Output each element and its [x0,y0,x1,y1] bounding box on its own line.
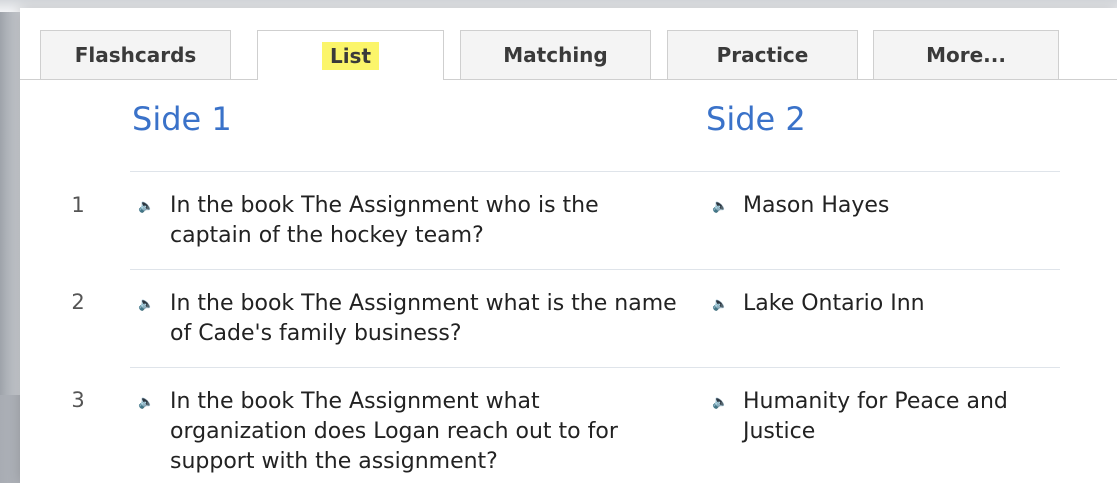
tab-flashcards[interactable]: Flashcards [40,30,231,79]
speaker-icon[interactable]: 🔈 [138,394,156,412]
row-number: 1 [71,193,85,217]
speaker-icon[interactable]: 🔈 [712,198,730,216]
term-text: In the book The Assignment what organiza… [170,389,618,474]
row-divider [130,171,1060,172]
definition-text: Lake Ontario Inn [743,291,925,316]
speaker-icon[interactable]: 🔈 [712,394,730,412]
term-text: In the book The Assignment who is the ca… [170,193,599,248]
speaker-icon[interactable]: 🔈 [138,198,156,216]
tab-label: Matching [503,43,608,67]
definition-text: Mason Hayes [743,193,890,218]
definition-text: Humanity for Peace and Justice [743,389,1008,444]
term-text: In the book The Assignment what is the n… [170,291,677,346]
speaker-icon[interactable]: 🔈 [138,296,156,314]
side1-header: Side 1 [132,100,232,138]
tab-practice[interactable]: Practice [667,30,858,79]
tab-matching[interactable]: Matching [460,30,651,79]
row-divider [130,269,1060,270]
speaker-icon[interactable]: 🔈 [712,296,730,314]
tab-label: Practice [716,43,809,67]
row-number: 3 [71,388,85,412]
row-divider [130,367,1060,368]
tab-list[interactable]: List [257,30,444,80]
tab-bar: Flashcards List Matching Practice More..… [20,30,1117,80]
side2-header: Side 2 [706,100,806,138]
tab-label: More... [926,43,1006,67]
tab-divider [20,79,1117,80]
tab-label: Flashcards [74,43,197,67]
row-number: 2 [71,290,85,314]
tab-label-highlighted: List [321,41,380,70]
tab-more[interactable]: More... [873,30,1059,79]
